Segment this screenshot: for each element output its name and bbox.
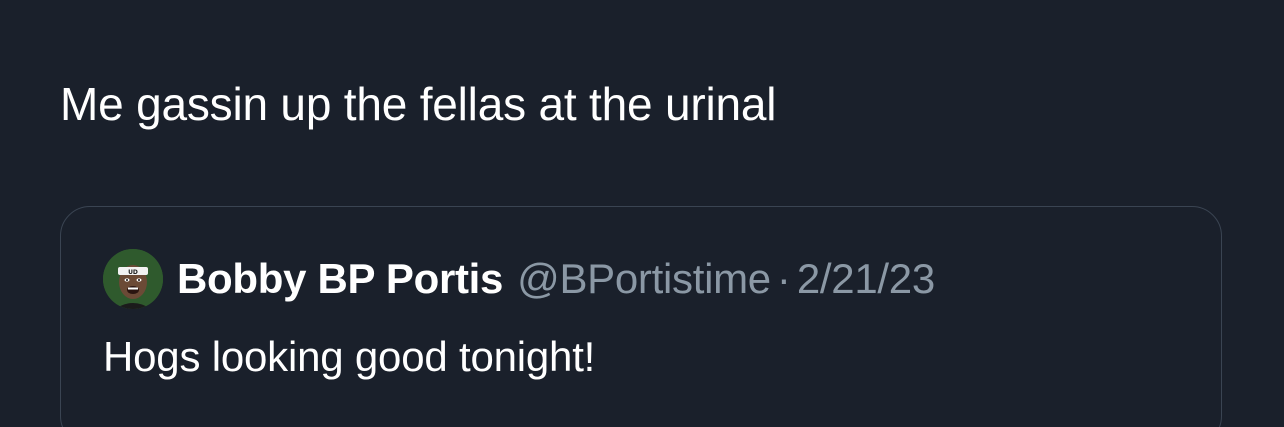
quoted-tweet-card[interactable]: UD Bobby BP Portis @BPortistime · 2/21/2… [60, 206, 1222, 427]
profile-avatar-icon[interactable]: UD [103, 249, 163, 309]
separator-dot: · [776, 255, 791, 302]
quoted-tweet-text: Hogs looking good tonight! [103, 333, 596, 380]
quoted-author-handle[interactable]: @BPortistime [517, 255, 771, 303]
quoted-author-name[interactable]: Bobby BP Portis [177, 255, 503, 303]
svg-text:UD: UD [128, 269, 138, 276]
tweet-text: Me gassin up the fellas at the urinal [60, 78, 777, 130]
quoted-tweet-header: UD Bobby BP Portis @BPortistime · 2/21/2… [103, 249, 935, 309]
quoted-tweet-date[interactable]: 2/21/23 [797, 255, 935, 303]
